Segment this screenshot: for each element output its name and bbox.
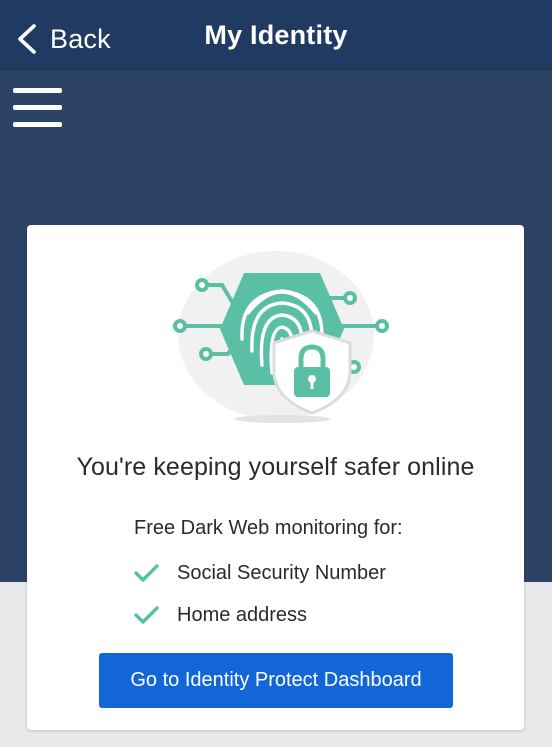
check-icon <box>134 564 159 582</box>
list-item-label: Home address <box>177 603 308 626</box>
hamburger-menu-icon[interactable] <box>13 88 62 128</box>
list-item: Home address <box>134 601 386 629</box>
nav-bar: Back My Identity <box>0 0 552 71</box>
menu-line <box>13 88 62 93</box>
fingerprint-shield-lock-icon <box>173 251 389 423</box>
card-heading: You're keeping yourself safer online <box>76 453 475 481</box>
monitoring-list: Social Security Number Home address <box>134 559 386 643</box>
identity-dashboard-button[interactable]: Go to Identity Protect Dashboard <box>99 653 453 708</box>
list-item-label: Social Security Number <box>177 561 386 584</box>
check-icon <box>134 606 159 624</box>
identity-card: You're keeping yourself safer online Fre… <box>27 225 524 730</box>
monitoring-intro: Free Dark Web monitoring for: <box>134 517 403 539</box>
menu-line <box>13 105 62 110</box>
menu-line <box>13 122 62 127</box>
page-title: My Identity <box>204 20 348 50</box>
list-item: Social Security Number <box>134 559 386 587</box>
